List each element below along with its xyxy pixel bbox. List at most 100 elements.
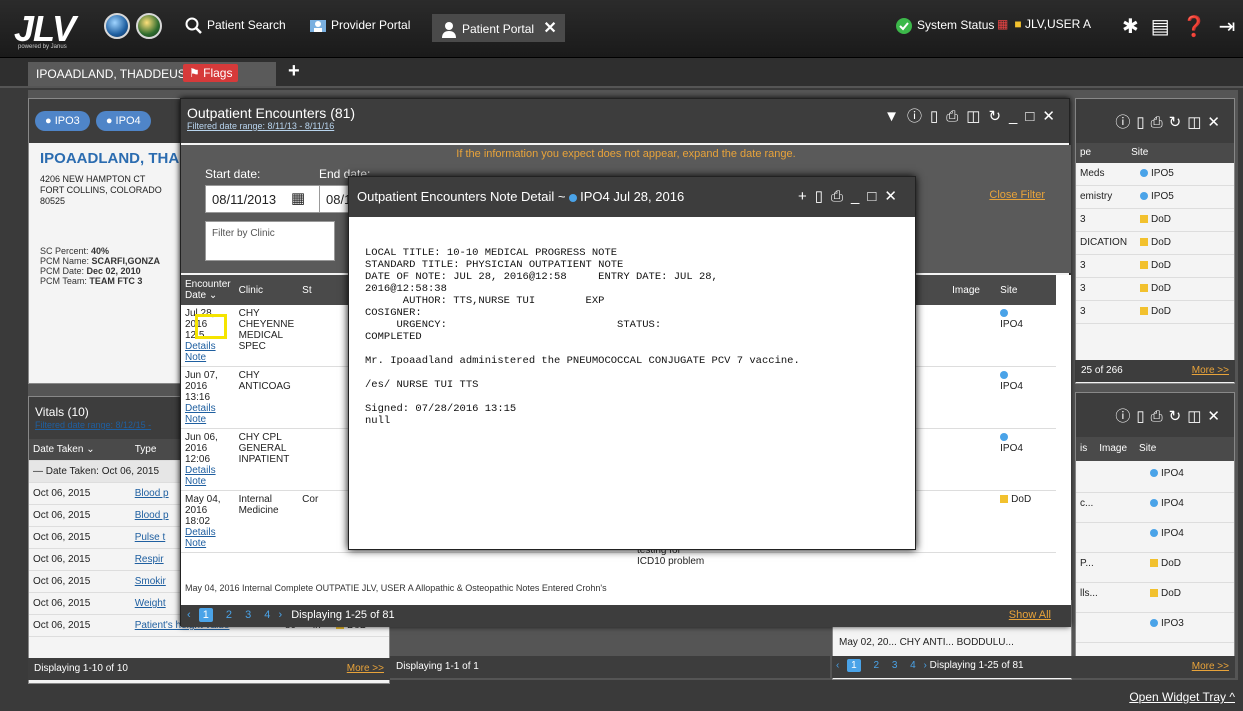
- details-link[interactable]: Details: [185, 403, 216, 414]
- page-button[interactable]: 2: [873, 660, 879, 671]
- list-item[interactable]: 3 DoD: [1076, 278, 1234, 301]
- page-button[interactable]: 4: [910, 660, 916, 671]
- type-link[interactable]: Smokir: [135, 576, 166, 587]
- close-icon[interactable]: ✕: [1207, 408, 1226, 425]
- filter-icon[interactable]: ▼: [884, 108, 907, 125]
- print-icon[interactable]: ⎙: [946, 108, 966, 125]
- note-link[interactable]: Note: [185, 414, 206, 425]
- gear-icon[interactable]: ✱: [1122, 16, 1151, 38]
- columns-icon[interactable]: ◫: [1187, 408, 1207, 425]
- column-header[interactable]: Site: [1131, 147, 1148, 158]
- system-status-link[interactable]: System Status: [895, 17, 994, 35]
- column-header[interactable]: pe: [1080, 147, 1091, 158]
- type-link[interactable]: Blood p: [135, 510, 169, 521]
- list-item[interactable]: 3 DoD: [1076, 209, 1234, 232]
- details-link[interactable]: Details: [185, 527, 216, 538]
- info-icon[interactable]: ⓘ: [1115, 114, 1136, 131]
- minimize-icon[interactable]: _: [1009, 108, 1025, 125]
- list-item[interactable]: c... IPO4: [1076, 493, 1234, 523]
- refresh-icon[interactable]: ↻: [988, 108, 1009, 125]
- type-link[interactable]: Blood p: [135, 488, 169, 499]
- type-link[interactable]: Weight: [135, 598, 166, 609]
- close-filter-link[interactable]: Close Filter: [989, 189, 1045, 201]
- list-item[interactable]: Meds IPO5: [1076, 163, 1234, 186]
- info-icon[interactable]: ⓘ: [907, 108, 930, 125]
- document-icon[interactable]: ▤: [1151, 16, 1182, 38]
- more-link[interactable]: More >>: [1192, 365, 1229, 376]
- maximize-icon[interactable]: □: [867, 188, 884, 205]
- prev-icon[interactable]: ‹: [836, 660, 839, 671]
- list-item[interactable]: 3 DoD: [1076, 255, 1234, 278]
- close-icon[interactable]: ✕: [1042, 108, 1063, 125]
- help-icon[interactable]: ❓: [1182, 16, 1219, 38]
- add-icon[interactable]: +: [798, 188, 815, 205]
- table-row[interactable]: May 04, 2016 Internal Complete OUTPATIE …: [185, 583, 607, 593]
- list-item[interactable]: lls... DoD: [1076, 583, 1234, 613]
- flags-button[interactable]: ⚑ Flags: [183, 64, 239, 82]
- details-link[interactable]: Details: [185, 465, 216, 476]
- clinic-filter-input[interactable]: Filter by Clinic: [205, 221, 335, 261]
- clipboard-icon[interactable]: ▯: [815, 188, 831, 205]
- page-button[interactable]: 3: [245, 609, 251, 621]
- maximize-icon[interactable]: □: [1025, 108, 1042, 125]
- prev-icon[interactable]: ‹: [187, 609, 191, 621]
- add-tab-icon[interactable]: +: [288, 60, 300, 83]
- clipboard-icon[interactable]: ▯: [1136, 408, 1150, 425]
- logout-icon[interactable]: ⇥: [1219, 16, 1243, 38]
- list-item[interactable]: emistry IPO5: [1076, 186, 1234, 209]
- site-tab[interactable]: ● IPO3: [35, 111, 90, 131]
- chevron-down-icon[interactable]: ⌄: [86, 444, 94, 455]
- column-header[interactable]: Encounter Date ⌄: [181, 275, 235, 305]
- print-icon[interactable]: ⎙: [1151, 408, 1169, 425]
- column-header[interactable]: Date Taken ⌄: [29, 439, 131, 461]
- column-header[interactable]: Site: [996, 275, 1057, 305]
- type-link[interactable]: Respir: [135, 554, 164, 565]
- next-icon[interactable]: ›: [278, 609, 282, 621]
- provider-portal-link[interactable]: Provider Portal: [309, 17, 410, 35]
- refresh-icon[interactable]: ↻: [1169, 114, 1188, 131]
- column-header[interactable]: Site: [1139, 443, 1156, 454]
- page-button[interactable]: 2: [226, 609, 232, 621]
- page-button[interactable]: 3: [892, 660, 898, 671]
- refresh-icon[interactable]: ↻: [1169, 408, 1188, 425]
- list-item[interactable]: IPO4: [1076, 523, 1234, 553]
- note-link[interactable]: Note: [185, 476, 206, 487]
- calendar-icon[interactable]: ▦: [291, 189, 305, 207]
- columns-icon[interactable]: ◫: [1187, 114, 1207, 131]
- chevron-down-icon[interactable]: ⌄: [209, 290, 217, 301]
- patient-search-link[interactable]: Patient Search: [185, 17, 286, 35]
- column-header[interactable]: Image: [1099, 443, 1127, 454]
- page-button[interactable]: 4: [264, 609, 270, 621]
- open-widget-tray-link[interactable]: Open Widget Tray ^: [1129, 690, 1235, 704]
- vitals-filter-link[interactable]: Filtered date range: 8/12/15 -: [35, 420, 151, 430]
- details-link[interactable]: Details: [185, 341, 216, 352]
- user-menu[interactable]: ▦ ■ JLV,USER A: [997, 17, 1091, 31]
- column-header[interactable]: Clinic: [234, 275, 299, 305]
- close-icon[interactable]: ✕: [543, 20, 556, 37]
- patient-portal-tab[interactable]: Patient Portal ✕: [432, 14, 565, 42]
- type-link[interactable]: Pulse t: [135, 532, 166, 543]
- minimize-icon[interactable]: _: [851, 188, 867, 205]
- column-header[interactable]: Image: [948, 275, 997, 305]
- columns-icon[interactable]: ◫: [966, 108, 988, 125]
- list-item[interactable]: IPO4: [1076, 463, 1234, 493]
- close-icon[interactable]: ✕: [1207, 114, 1226, 131]
- next-icon[interactable]: ›: [924, 660, 927, 671]
- print-icon[interactable]: ⎙: [1151, 114, 1169, 131]
- note-link[interactable]: Note: [185, 352, 206, 363]
- list-item[interactable]: P... DoD: [1076, 553, 1234, 583]
- print-icon[interactable]: ⎙: [831, 188, 851, 205]
- patient-tab[interactable]: IPOAADLAND, THADDEUS A: [28, 62, 276, 86]
- start-date-input[interactable]: 08/11/2013: [205, 185, 327, 213]
- more-link[interactable]: More >>: [1192, 661, 1229, 672]
- column-header[interactable]: is: [1080, 443, 1087, 454]
- list-item[interactable]: 3 DoD: [1076, 301, 1234, 324]
- clipboard-icon[interactable]: ▯: [1136, 114, 1150, 131]
- show-all-link[interactable]: Show All: [1009, 609, 1051, 621]
- site-tab[interactable]: ● IPO4: [95, 111, 151, 131]
- page-button[interactable]: 1: [198, 608, 213, 622]
- close-icon[interactable]: ✕: [884, 188, 905, 205]
- list-item[interactable]: DICATION DoD: [1076, 232, 1234, 255]
- note-link[interactable]: Note: [185, 538, 206, 549]
- page-button[interactable]: 1: [847, 659, 861, 672]
